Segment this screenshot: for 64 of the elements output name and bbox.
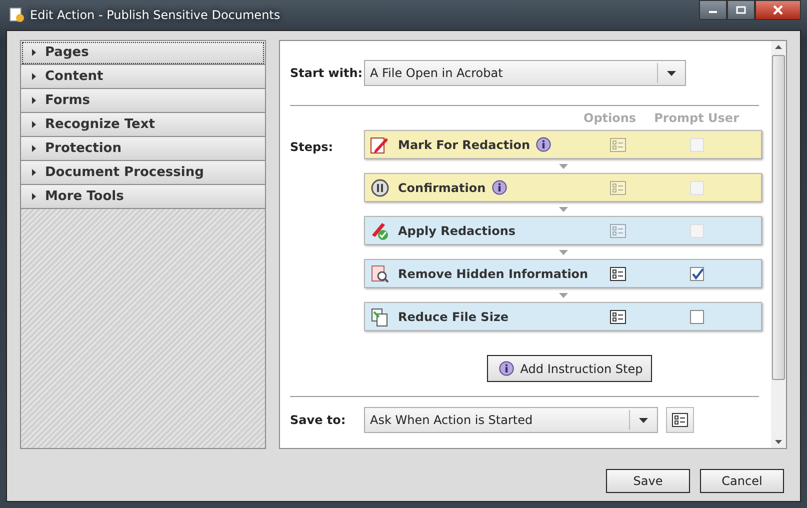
down-arrow-icon (558, 164, 568, 168)
form-icon (610, 138, 626, 152)
options-button[interactable] (610, 310, 626, 324)
step-label: Apply Redactions (398, 224, 516, 238)
expand-arrow-icon (32, 193, 36, 200)
close-button[interactable] (755, 0, 801, 20)
sidebar-item[interactable]: Forms (21, 89, 265, 113)
save-button[interactable]: Save (606, 469, 690, 493)
field-label: Start with: (290, 66, 364, 80)
pencil-check-icon (370, 220, 390, 240)
scrollbar[interactable] (771, 41, 786, 448)
pause-icon (370, 178, 390, 198)
start-dropdown[interactable]: A File Open in Acrobat (364, 60, 686, 86)
minimize-button[interactable] (699, 0, 727, 20)
pencil-icon (370, 134, 390, 154)
expand-arrow-icon (32, 169, 36, 176)
caret-icon (639, 418, 648, 422)
step-label: Remove Hidden Information (398, 266, 588, 280)
expand-arrow-icon (32, 97, 36, 104)
documents-icon (370, 306, 390, 326)
checkbox[interactable] (690, 266, 704, 280)
close-icon (772, 5, 784, 15)
step-label: Mark For Redaction (398, 138, 530, 152)
field-label: Save to: (290, 413, 347, 427)
options-button[interactable] (610, 266, 626, 280)
expand-arrow-icon (32, 145, 36, 152)
sidebar-item[interactable]: Document Processing (21, 161, 265, 185)
sidebar-item[interactable]: More Tools (21, 185, 265, 209)
down-arrow-icon (558, 206, 568, 212)
field-label: Steps: (290, 139, 334, 156)
maximize-icon (736, 6, 746, 14)
window-title: Edit Action - Publish Sensitive Documents (30, 8, 282, 22)
cancel-button[interactable]: Cancel (700, 469, 784, 493)
info-icon (499, 361, 514, 376)
step-label: Reduce File Size (398, 310, 509, 324)
down-arrow-icon (558, 250, 568, 254)
caret-icon (667, 70, 676, 76)
sidebar-item[interactable]: Protection (21, 137, 265, 161)
form-icon (610, 310, 626, 324)
save-dropdown[interactable]: Ask When Action is Started (364, 407, 658, 433)
form-icon (610, 266, 626, 280)
column-header: Prompt User (654, 111, 739, 125)
down-arrow-icon (558, 292, 568, 298)
scroll-down-icon[interactable] (775, 440, 782, 444)
document-magnifier-icon (370, 264, 390, 284)
expand-arrow-icon (32, 73, 36, 80)
column-header: Options (584, 111, 636, 125)
step-label: Confirmation (398, 180, 486, 194)
add-step-button[interactable]: Add Instruction Step (487, 355, 652, 382)
step-bar[interactable]: Reduce File Size (364, 302, 762, 331)
expand-arrow-icon (32, 121, 36, 128)
step-bar[interactable]: Remove Hidden Information (364, 259, 762, 288)
document-icon (9, 7, 25, 23)
form-icon (610, 224, 626, 238)
expand-arrow-icon (32, 49, 36, 56)
options-button[interactable] (666, 407, 694, 433)
form-icon (610, 180, 626, 194)
sidebar-item[interactable]: Recognize Text (21, 113, 265, 137)
scroll-up-icon[interactable] (775, 45, 782, 49)
sidebar-item[interactable]: Content (21, 65, 265, 89)
sidebar-item[interactable]: Pages (21, 41, 265, 65)
checkbox[interactable] (690, 310, 704, 324)
form-icon (672, 413, 688, 427)
maximize-button[interactable] (727, 0, 755, 20)
